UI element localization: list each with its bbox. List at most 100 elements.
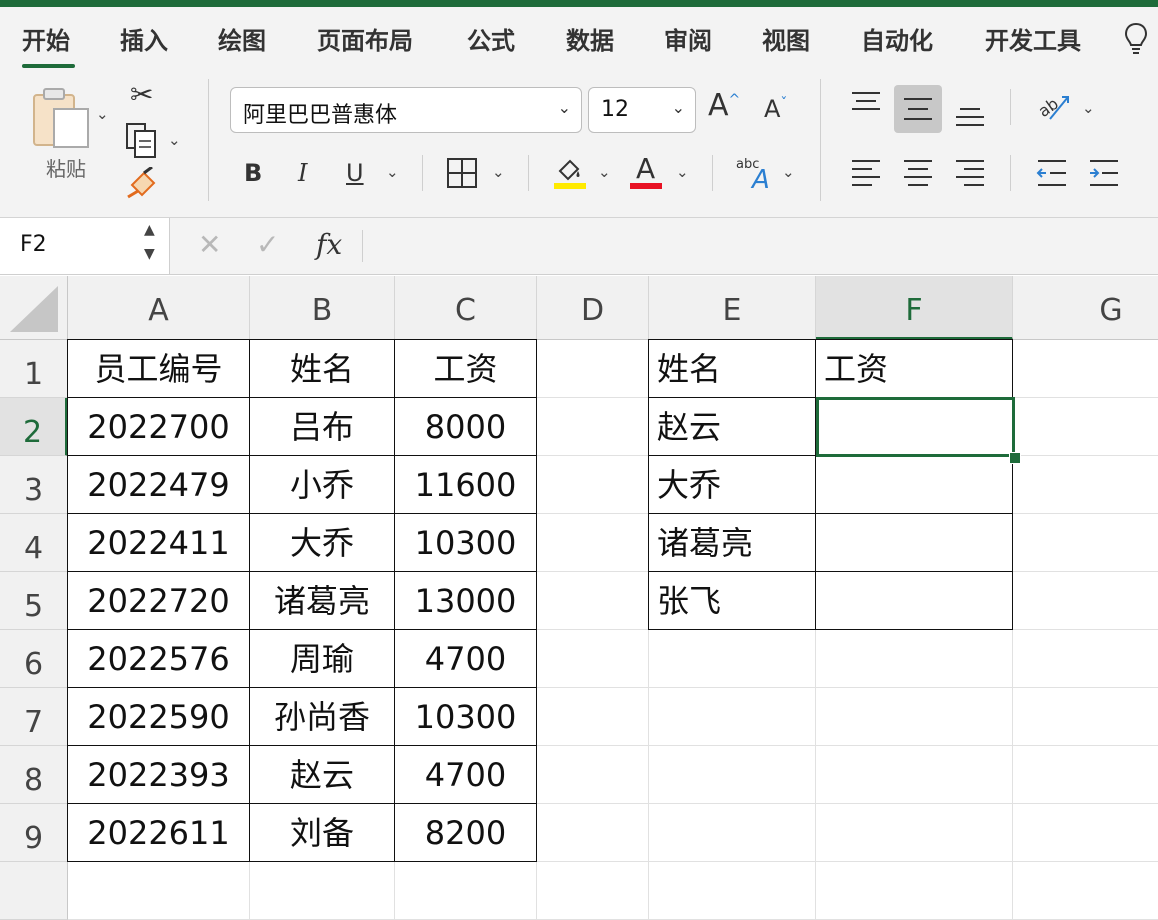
cell-f8[interactable] [816, 746, 1013, 804]
format-painter-icon[interactable] [124, 167, 160, 201]
cell-c7[interactable]: 10300 [394, 687, 537, 746]
cell-e10[interactable] [649, 862, 816, 920]
cell-a5[interactable]: 2022720 [67, 571, 250, 630]
insert-function-button[interactable]: fx [316, 228, 342, 261]
cell-a4[interactable]: 2022411 [67, 513, 250, 572]
cell-b5[interactable]: 诸葛亮 [249, 571, 395, 630]
cell-a10[interactable] [68, 862, 250, 920]
align-right-icon[interactable] [954, 159, 986, 187]
cell-g3[interactable] [1013, 456, 1158, 514]
font-size-select[interactable]: 12 ⌄ [588, 87, 696, 133]
cell-f1[interactable]: 工资 [815, 339, 1013, 398]
fill-color-dropdown-icon[interactable]: ⌄ [598, 163, 611, 181]
tab-draw[interactable]: 绘图 [218, 21, 266, 56]
cell-f6[interactable] [816, 630, 1013, 688]
cell-g9[interactable] [1013, 804, 1158, 862]
cell-a9[interactable]: 2022611 [67, 803, 250, 862]
cell-f10[interactable] [816, 862, 1013, 920]
cell-d8[interactable] [537, 746, 649, 804]
cell-f4[interactable] [815, 513, 1013, 572]
copy-icon[interactable] [124, 121, 160, 159]
select-all-button[interactable] [0, 276, 68, 340]
row-header-7[interactable]: 7 [0, 688, 68, 746]
cell-d6[interactable] [537, 630, 649, 688]
increase-font-size-button[interactable]: A^ [708, 91, 740, 121]
font-color-dropdown-icon[interactable]: ⌄ [676, 163, 689, 181]
cell-f7[interactable] [816, 688, 1013, 746]
cell-a8[interactable]: 2022393 [67, 745, 250, 804]
cell-b7[interactable]: 孙尚香 [249, 687, 395, 746]
cell-d1[interactable] [537, 340, 649, 398]
cell-b1[interactable]: 姓名 [249, 339, 395, 398]
cell-d4[interactable] [537, 514, 649, 572]
column-header-b[interactable]: B [250, 276, 395, 340]
cell-d9[interactable] [537, 804, 649, 862]
row-header-2[interactable]: 2 [0, 398, 68, 456]
orientation-dropdown-icon[interactable]: ⌄ [782, 163, 795, 181]
cell-c3[interactable]: 11600 [394, 455, 537, 514]
column-header-c[interactable]: C [395, 276, 537, 340]
cell-g5[interactable] [1013, 572, 1158, 630]
decrease-font-size-button[interactable]: Aˇ [764, 97, 787, 121]
cell-e8[interactable] [649, 746, 816, 804]
cell-c6[interactable]: 4700 [394, 629, 537, 688]
fill-color-icon[interactable] [552, 153, 588, 189]
text-angle-icon[interactable]: ab [1036, 91, 1072, 123]
cell-a2[interactable]: 2022700 [67, 397, 250, 456]
italic-button[interactable]: I [298, 161, 307, 185]
row-header-5[interactable]: 5 [0, 572, 68, 630]
cell-a7[interactable]: 2022590 [67, 687, 250, 746]
lightbulb-icon[interactable] [1122, 21, 1150, 57]
cell-f3[interactable] [815, 455, 1013, 514]
cell-b4[interactable]: 大乔 [249, 513, 395, 572]
cell-b9[interactable]: 刘备 [249, 803, 395, 862]
cell-a3[interactable]: 2022479 [67, 455, 250, 514]
column-header-d[interactable]: D [537, 276, 649, 340]
borders-dropdown-icon[interactable]: ⌄ [492, 163, 505, 181]
font-color-button[interactable]: A [636, 155, 655, 183]
chevron-down-icon[interactable]: ▼ [144, 246, 155, 262]
font-name-select[interactable]: 阿里巴巴普惠体 ⌄ [230, 87, 582, 133]
paste-dropdown-icon[interactable]: ⌄ [96, 105, 109, 123]
row-header-9[interactable]: 9 [0, 804, 68, 862]
cell-g6[interactable] [1013, 630, 1158, 688]
tab-automate[interactable]: 自动化 [861, 21, 933, 56]
cell-b10[interactable] [250, 862, 395, 920]
row-header-partial[interactable] [0, 862, 68, 920]
cell-e7[interactable] [649, 688, 816, 746]
underline-dropdown-icon[interactable]: ⌄ [386, 163, 399, 181]
row-header-1[interactable]: 1 [0, 340, 68, 398]
cell-c9[interactable]: 8200 [394, 803, 537, 862]
bold-button[interactable]: B [244, 161, 262, 185]
active-cell-selection[interactable] [816, 397, 1015, 457]
cell-d3[interactable] [537, 456, 649, 514]
copy-dropdown-icon[interactable]: ⌄ [168, 131, 181, 149]
cell-b2[interactable]: 吕布 [249, 397, 395, 456]
cell-e2[interactable]: 赵云 [648, 397, 816, 456]
text-angle-dropdown-icon[interactable]: ⌄ [1082, 99, 1095, 117]
chevron-up-icon[interactable]: ▲ [144, 222, 155, 238]
row-header-3[interactable]: 3 [0, 456, 68, 514]
cell-e4[interactable]: 诸葛亮 [648, 513, 816, 572]
cell-f5[interactable] [815, 571, 1013, 630]
cell-b8[interactable]: 赵云 [249, 745, 395, 804]
cell-d5[interactable] [537, 572, 649, 630]
cell-b6[interactable]: 周瑜 [249, 629, 395, 688]
cell-g2[interactable] [1013, 398, 1158, 456]
cell-e3[interactable]: 大乔 [648, 455, 816, 514]
tab-page-layout[interactable]: 页面布局 [317, 21, 413, 56]
name-box[interactable]: F2 ▲ ▼ [0, 218, 170, 274]
paste-icon[interactable] [30, 85, 92, 149]
scissors-icon[interactable]: ✂ [130, 81, 153, 109]
column-header-g[interactable]: G [1013, 276, 1158, 340]
cell-g1[interactable] [1013, 340, 1158, 398]
cell-d10[interactable] [537, 862, 649, 920]
column-header-a[interactable]: A [68, 276, 250, 340]
cell-e5[interactable]: 张飞 [648, 571, 816, 630]
cell-c5[interactable]: 13000 [394, 571, 537, 630]
align-top-icon[interactable] [850, 91, 882, 115]
cell-f9[interactable] [816, 804, 1013, 862]
increase-indent-icon[interactable] [1088, 159, 1120, 187]
borders-icon[interactable] [446, 157, 478, 189]
cell-e1[interactable]: 姓名 [648, 339, 816, 398]
